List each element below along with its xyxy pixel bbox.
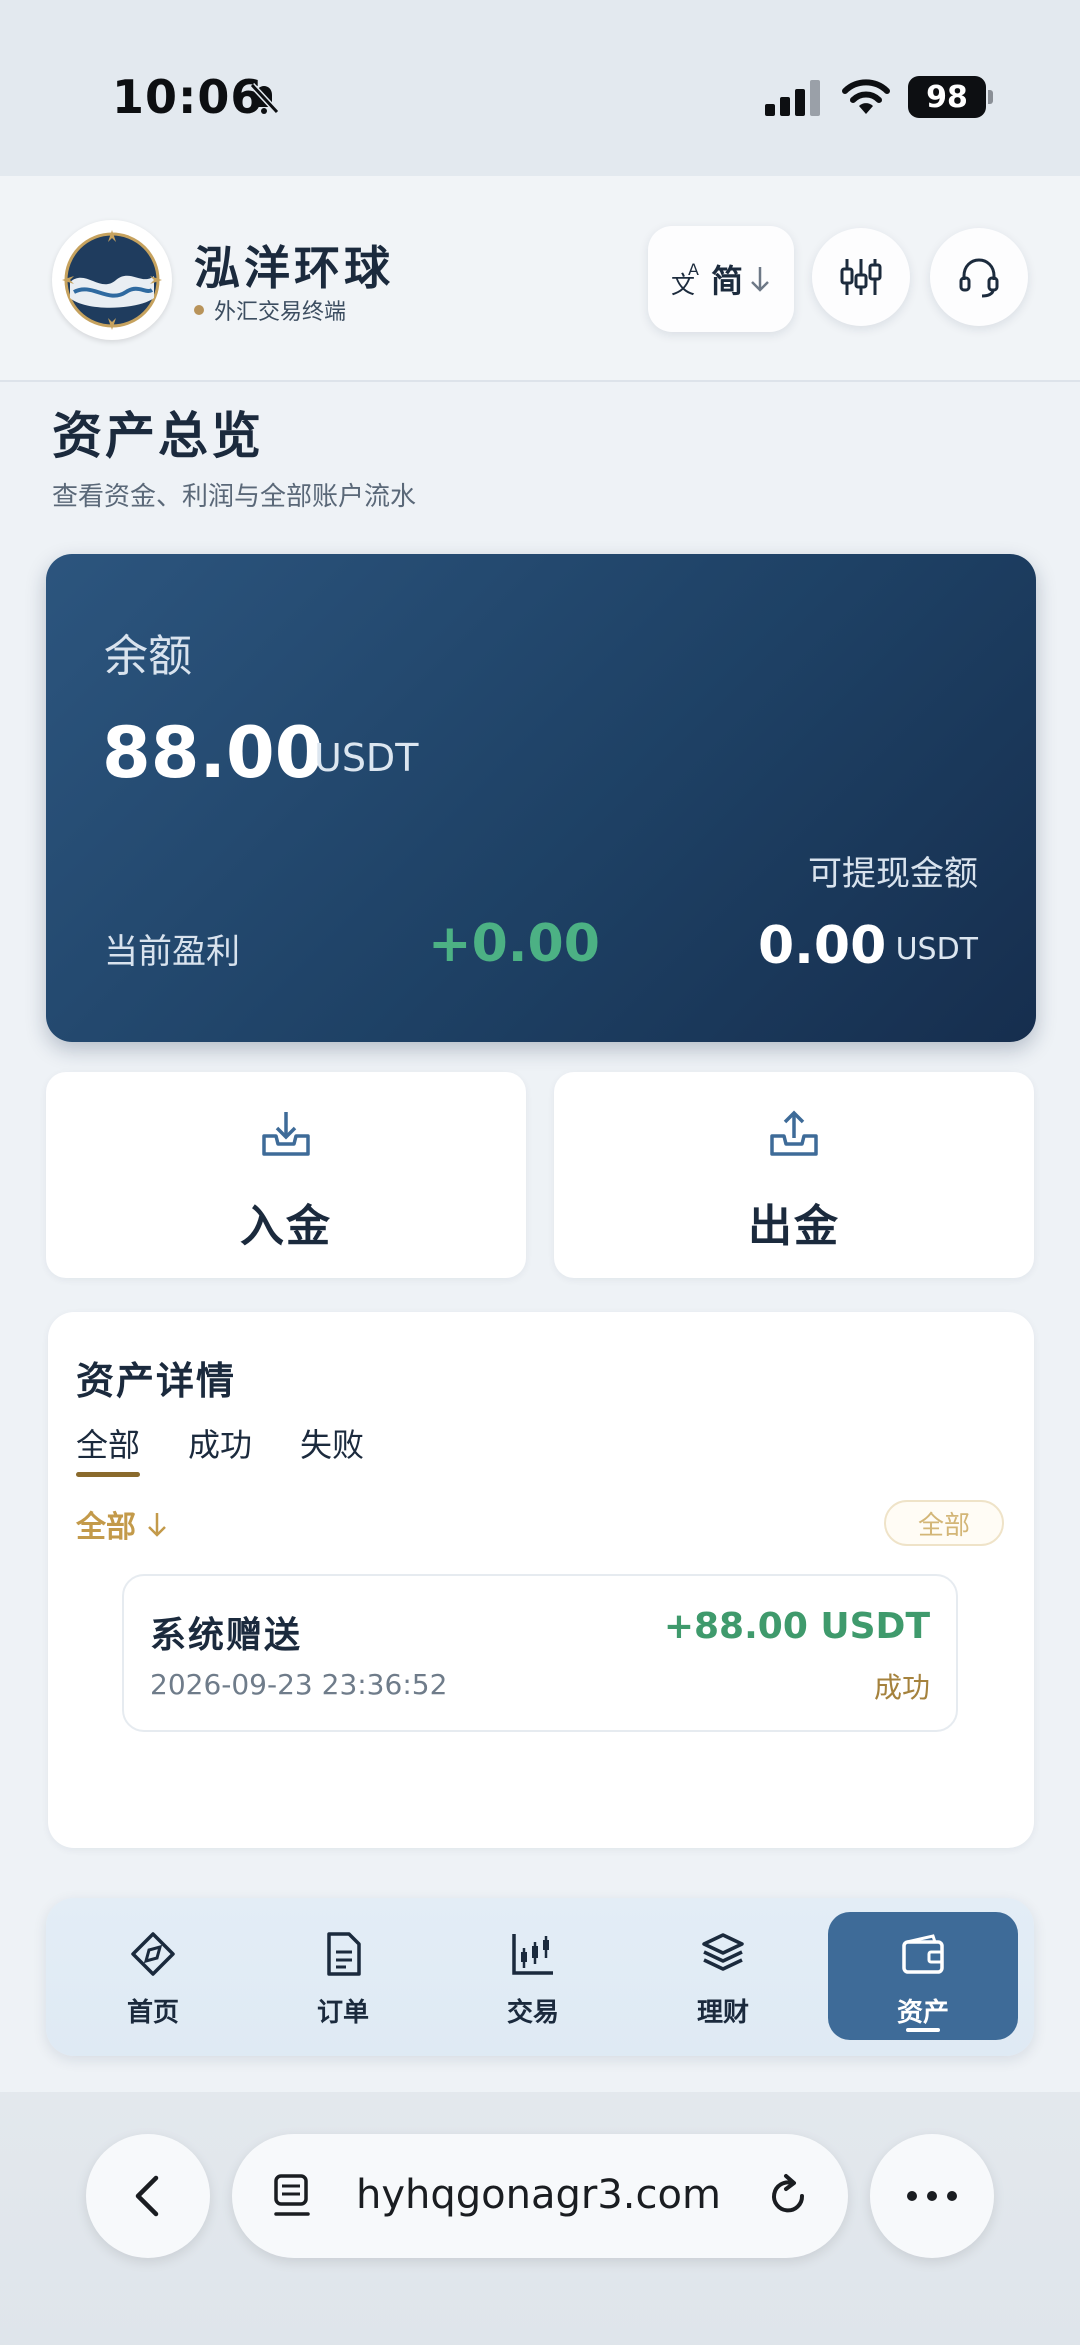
document-icon [327,1932,361,1976]
wallet-icon [902,1934,944,1974]
withdrawable-unit: USDT [895,932,978,967]
tab-failed[interactable]: 失败 [300,1420,364,1466]
bottom-nav: 首页 订单 交易 理财 资产 [46,1898,1034,2056]
filter-dropdown[interactable]: 全部 [76,1502,168,1546]
battery-level: 98 [908,76,986,118]
arrow-down-icon [751,267,769,292]
filter-chip-all[interactable]: 全部 [884,1500,1004,1546]
chart-settings-button[interactable] [812,228,910,326]
nav-label-orders: 订单 [316,1998,369,2028]
sliders-icon [840,259,882,295]
candlestick-icon [512,1934,553,1975]
browser-bar: hyhqgonagr3.com [0,2092,1080,2345]
transaction-amount: +88.00 USDT [663,1606,930,1647]
reload-icon[interactable] [762,2170,814,2222]
status-bar: 10:06 98 [0,0,1080,176]
arrow-down-icon [148,1513,166,1537]
balance-label: 余额 [104,631,192,682]
compass-icon [131,1932,175,1976]
nav-label-wealth: 理财 [696,1998,749,2028]
transaction-item[interactable]: 系统赠送 2026-09-23 23:36:52 +88.00 USDT 成功 [122,1574,958,1732]
globe-wave-icon [62,230,162,330]
translate-icon: 文 A [671,260,699,299]
signal-icon [765,80,820,116]
nav-active-indicator [906,2028,940,2032]
withdrawable-label: 可提现金额 [808,854,978,894]
nav-label-assets: 资产 [896,1998,949,2028]
brand-subtitle-text: 外汇交易终端 [214,300,347,325]
address-bar[interactable]: hyhqgonagr3.com [232,2134,848,2258]
more-dots-icon [907,2191,957,2201]
nav-item-orders[interactable]: 订单 [248,1912,438,2040]
withdraw-button[interactable]: 出金 [554,1072,1034,1278]
bell-off-icon [249,82,280,115]
nav-item-wealth[interactable]: 理财 [628,1912,818,2040]
status-time: 10:06 [112,70,264,124]
battery-tip [988,90,993,104]
url-text: hyhqgonagr3.com [356,2172,721,2218]
balance-card: 余额 88.00 USDT 当前盈利 +0.00 可提现金额 0.00 USDT [46,554,1036,1042]
wifi-icon [842,79,890,114]
language-label: 简 [710,262,743,300]
asset-details-card: 资产详情 全部 成功 失败 全部 全部 系统赠送 2026-09-23 23:3… [48,1312,1034,1848]
active-tab-indicator [76,1472,140,1477]
layers-icon [702,1933,744,1971]
details-title: 资产详情 [76,1359,237,1403]
withdraw-label: 出金 [748,1201,840,1252]
nav-label-home: 首页 [126,1998,179,2028]
page-subtitle: 查看资金、利润与全部账户流水 [52,482,417,512]
balance-unit: USDT [314,736,419,780]
balance-amount: 88.00 [102,712,324,794]
tab-success[interactable]: 成功 [188,1420,252,1466]
app-header: 泓洋环球 外汇交易终端 文 A 简 [0,176,1080,382]
nav-item-trade[interactable]: 交易 [438,1912,628,2040]
transaction-status: 成功 [873,1671,930,1704]
download-tray-icon [262,1112,310,1156]
chevron-left-icon [135,2175,159,2217]
upload-tray-icon [770,1110,818,1156]
filter-selected-label: 全部 [76,1510,136,1545]
reader-mode-icon [274,2174,310,2216]
transaction-title: 系统赠送 [150,1615,303,1656]
brand-dot [194,305,204,315]
profit-label: 当前盈利 [104,932,240,972]
battery-indicator: 98 [908,76,994,120]
transaction-time: 2026-09-23 23:36:52 [150,1668,448,1701]
deposit-label: 入金 [240,1201,332,1252]
nav-item-home[interactable]: 首页 [58,1912,248,2040]
page-title: 资产总览 [52,407,264,465]
withdrawable-value: 0.00 [758,916,887,976]
brand-logo[interactable] [52,220,172,340]
tab-all[interactable]: 全部 [76,1420,140,1466]
brand-subtitle: 外汇交易终端 [194,294,346,326]
headset-icon [959,258,999,298]
nav-label-trade: 交易 [506,1998,559,2028]
language-switch-button[interactable]: 文 A 简 [648,226,794,332]
brand-name: 泓洋环球 [194,241,394,295]
nav-item-assets[interactable]: 资产 [828,1912,1018,2040]
profit-value: +0.00 [428,914,600,974]
browser-more-button[interactable] [870,2134,994,2258]
svg-text:A: A [688,260,699,279]
customer-service-button[interactable] [930,228,1028,326]
deposit-button[interactable]: 入金 [46,1072,526,1278]
browser-back-button[interactable] [86,2134,210,2258]
